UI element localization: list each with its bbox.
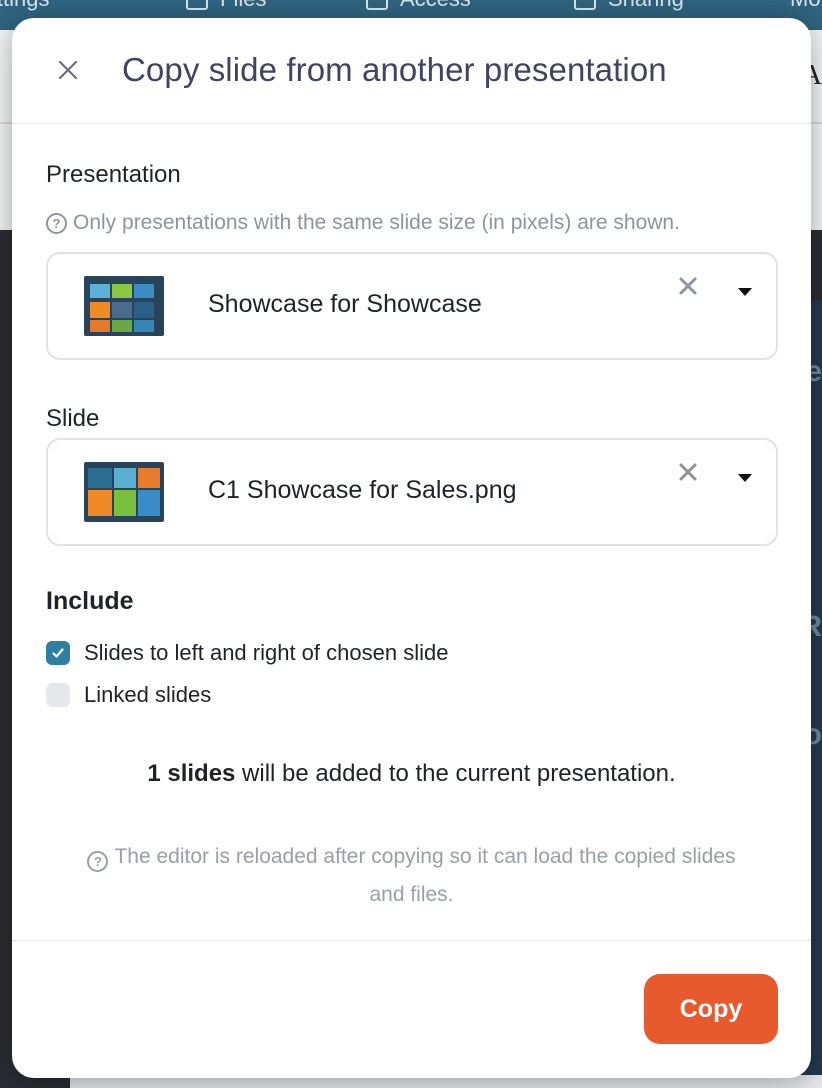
chevron-down-icon[interactable]	[738, 474, 752, 482]
slide-select[interactable]: C1 Showcase for Sales.png	[46, 438, 778, 546]
include-adjacent-slides-option[interactable]: Slides to left and right of chosen slide	[46, 640, 448, 666]
summary-text: will be added to the current presentatio…	[235, 760, 676, 787]
summary-count: 1 slides	[147, 760, 236, 787]
tab-more[interactable]: Mo	[790, 0, 821, 12]
share-icon	[574, 0, 596, 10]
slide-thumbnail	[84, 462, 164, 522]
tab-settings[interactable]: Settings	[0, 0, 50, 12]
presentation-selected-value: Showcase for Showcase	[208, 290, 482, 318]
dialog-title: Copy slide from another presentation	[122, 51, 667, 88]
help-icon: ?	[87, 851, 109, 872]
slide-label: Slide	[46, 405, 100, 432]
file-icon	[186, 0, 208, 10]
checkmark-icon	[52, 648, 64, 658]
tab-sharing[interactable]: Sharing	[574, 0, 684, 12]
reload-note-text: The editor is reloaded after copying so …	[114, 845, 736, 906]
include-heading: Include	[46, 587, 134, 615]
presentation-hint: ? Only presentations with the same slide…	[46, 211, 680, 235]
copy-button[interactable]: Copy	[644, 974, 778, 1044]
chevron-down-icon[interactable]	[738, 288, 752, 296]
slide-selected-value: C1 Showcase for Sales.png	[208, 476, 517, 504]
lock-icon	[366, 0, 388, 10]
clear-presentation-button[interactable]	[676, 274, 700, 298]
linked-slides-checkbox[interactable]	[46, 683, 70, 707]
dialog-header: Copy slide from another presentation	[12, 18, 811, 124]
linked-slides-label: Linked slides	[84, 682, 212, 707]
clear-icon	[679, 463, 697, 481]
clear-slide-button[interactable]	[676, 460, 700, 484]
help-icon: ?	[46, 212, 67, 234]
tab-files[interactable]: Files	[186, 0, 266, 12]
presentation-select[interactable]: Showcase for Showcase	[46, 252, 778, 360]
include-linked-slides-option[interactable]: Linked slides	[46, 682, 211, 708]
copy-slide-dialog: Copy slide from another presentation Pre…	[12, 18, 811, 1078]
copy-summary: 1 slides will be added to the current pr…	[12, 760, 811, 788]
tab-access[interactable]: Access	[366, 0, 471, 12]
clear-icon	[679, 277, 697, 295]
reload-note: ? The editor is reloaded after copying so…	[72, 838, 751, 914]
close-icon	[58, 60, 78, 80]
presentation-label: Presentation	[46, 161, 181, 188]
adjacent-slides-checkbox[interactable]	[46, 641, 70, 665]
footer-divider	[12, 940, 811, 941]
presentation-thumbnail	[84, 276, 164, 336]
presentation-hint-text: Only presentations with the same slide s…	[73, 211, 680, 234]
close-button[interactable]	[52, 54, 84, 86]
adjacent-slides-label: Slides to left and right of chosen slide	[84, 640, 449, 665]
